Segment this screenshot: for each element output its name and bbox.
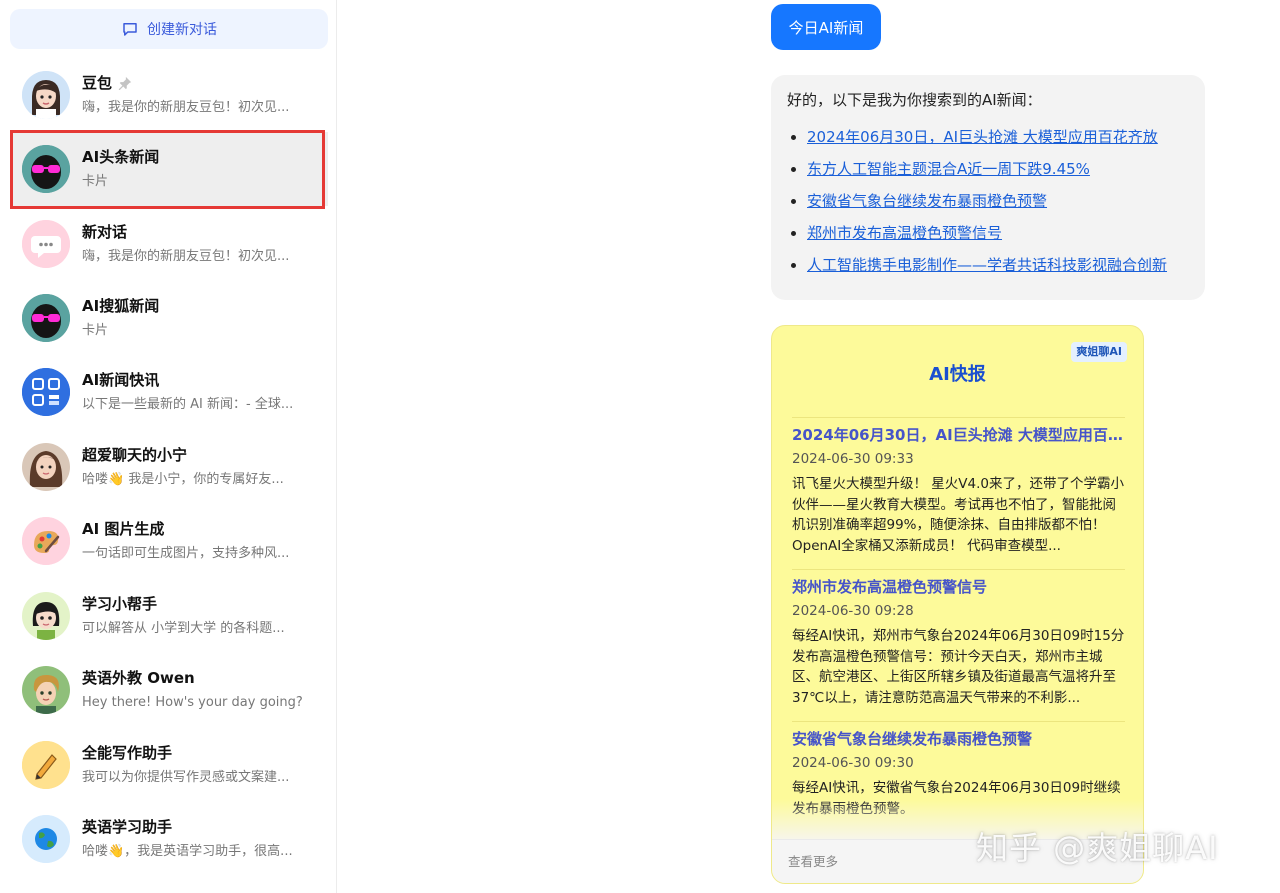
conversation-snippet: 可以解答从 小学到大学 的各科题... <box>82 620 285 636</box>
news-entry[interactable]: 郑州市发布高温橙色预警信号 2024-06-30 09:28 每经AI快讯，郑州… <box>792 569 1125 708</box>
conversation-snippet: 卡片 <box>82 173 109 189</box>
card-title: AI快报 <box>929 364 986 385</box>
card-badge: 爽姐聊AI <box>1071 342 1127 362</box>
news-body: 每经AI快讯，郑州市气象台2024年06月30日09时15分发布高温橙色预警信号… <box>792 628 1125 706</box>
conversation-name: 新对话 <box>82 222 128 241</box>
conversation-snippet: Hey there! How's your day going? <box>82 694 303 710</box>
news-link[interactable]: 郑州市发布高温橙色预警信号 <box>807 224 1002 242</box>
news-link-list: 2024年06月30日，AI巨头抢滩 大模型应用百花齐放 东方人工智能主题混合A… <box>787 121 1189 281</box>
news-link[interactable]: 2024年06月30日，AI巨头抢滩 大模型应用百花齐放 <box>807 128 1158 146</box>
globe-avatar-icon <box>22 815 70 863</box>
conversation-name: 英语学习助手 <box>82 817 173 836</box>
conversation-item-english-tutor-owen[interactable]: 英语外教 Owen Hey there! How's your day goin… <box>10 653 328 727</box>
conversation-item-ai-headlines[interactable]: AI头条新闻 卡片 <box>10 132 328 206</box>
watermark: 知乎 @爽姐聊AI <box>976 829 1219 867</box>
pin-icon <box>118 76 132 90</box>
news-body: 讯飞星火大模型升级！ 星火V4.0来了，还带了个学霸小伙伴——星火教育大模型。考… <box>792 476 1124 554</box>
conversation-item-ai-news-flash[interactable]: AI新闻快讯 以下是一些最新的 AI 新闻：- 全球... <box>10 355 328 429</box>
list-item: 人工智能携手电影制作——学者共话科技影视融合创新 <box>807 249 1189 281</box>
conversation-item-english-study-assistant[interactable]: 英语学习助手 哈喽👋，我是英语学习助手，很高... <box>10 802 328 876</box>
chat-bubble-icon <box>123 23 137 36</box>
list-item: 2024年06月30日，AI巨头抢滩 大模型应用百花齐放 <box>807 121 1189 153</box>
sunglasses-avatar-icon <box>22 145 70 193</box>
conversation-snippet: 哈喽👋，我是英语学习助手，很高... <box>82 843 293 859</box>
conversation-name: AI头条新闻 <box>82 147 160 166</box>
conversation-name: AI搜狐新闻 <box>82 296 160 315</box>
news-link[interactable]: 东方人工智能主题混合A近一周下跌9.45% <box>807 160 1090 178</box>
woman-avatar-icon <box>22 443 70 491</box>
app-grid-avatar-icon <box>22 368 70 416</box>
new-chat-button[interactable]: 创建新对话 <box>10 9 328 49</box>
conversation-snippet: 卡片 <box>82 322 109 338</box>
list-item: 东方人工智能主题混合A近一周下跌9.45% <box>807 153 1189 185</box>
conversation-snippet: 我可以为你提供写作灵感或文案建... <box>82 769 290 785</box>
conversation-item-new-chat[interactable]: 新对话 嗨，我是你的新朋友豆包！初次见... <box>10 207 328 281</box>
conversation-name: AI 图片生成 <box>82 519 165 538</box>
conversation-item-doubao[interactable]: 豆包 嗨，我是你的新朋友豆包！初次见... <box>10 58 328 132</box>
conversation-item-ai-sohu-news[interactable]: AI搜狐新闻 卡片 <box>10 281 328 355</box>
conversation-item-ai-image-gen[interactable]: AI 图片生成 一句话即可生成图片，支持多种风... <box>10 504 328 578</box>
conversation-snippet: 一句话即可生成图片，支持多种风... <box>82 545 290 561</box>
conversation-name: 学习小帮手 <box>82 594 158 613</box>
list-item: 安徽省气象台继续发布暴雨橙色预警 <box>807 185 1189 217</box>
conversation-name: 豆包 <box>82 73 113 92</box>
conversation-snippet: 嗨，我是你的新朋友豆包！初次见... <box>82 99 290 115</box>
new-chat-label: 创建新对话 <box>147 22 217 38</box>
news-date: 2024-06-30 09:33 <box>792 451 914 467</box>
news-title[interactable]: 安徽省气象台继续发布暴雨橙色预警 <box>792 728 1125 750</box>
conversation-item-study-helper[interactable]: 学习小帮手 可以解答从 小学到大学 的各科题... <box>10 579 328 653</box>
news-card: 爽姐聊AI AI快报 2024年06月30日，AI巨头抢滩 大模型应用百花齐放 … <box>771 325 1144 884</box>
pencil-avatar-icon <box>22 741 70 789</box>
conversation-snippet: 嗨，我是你的新朋友豆包！初次见... <box>82 248 290 264</box>
news-entry[interactable]: 2024年06月30日，AI巨头抢滩 大模型应用百花齐放 2024-06-30 … <box>792 417 1125 556</box>
sunglasses-avatar-icon <box>22 294 70 342</box>
user-message-bubble: 今日AI新闻 <box>771 4 881 50</box>
news-date: 2024-06-30 09:28 <box>792 603 914 619</box>
reply-intro: 好的，以下是我为你搜索到的AI新闻： <box>787 91 1042 109</box>
conversation-snippet: 以下是一些最新的 AI 新闻：- 全球... <box>82 396 294 412</box>
news-date: 2024-06-30 09:30 <box>792 755 914 771</box>
list-item: 郑州市发布高温橙色预警信号 <box>807 217 1189 249</box>
student-avatar-icon <box>22 592 70 640</box>
conversation-item-xiaoning[interactable]: 超爱聊天的小宁 哈喽👋 我是小宁，你的专属好友... <box>10 430 328 504</box>
news-link[interactable]: 人工智能携手电影制作——学者共话科技影视融合创新 <box>807 256 1167 274</box>
girl-avatar-icon <box>22 71 70 119</box>
conversation-snippet: 哈喽👋 我是小宁，你的专属好友... <box>82 471 284 487</box>
news-title[interactable]: 2024年06月30日，AI巨头抢滩 大模型应用百花齐放 <box>792 424 1125 446</box>
assistant-reply-bubble: 好的，以下是我为你搜索到的AI新闻： 2024年06月30日，AI巨头抢滩 大模… <box>771 75 1205 300</box>
sidebar: 创建新对话 豆包 嗨，我是你的新朋友豆包！初次见... AI头条新闻 卡片 新对… <box>0 0 337 893</box>
conversation-name: 超爱聊天的小宁 <box>82 445 188 464</box>
conversation-item-writing-assistant[interactable]: 全能写作助手 我可以为你提供写作灵感或文案建... <box>10 728 328 802</box>
palette-avatar-icon <box>22 517 70 565</box>
conversation-name: AI新闻快讯 <box>82 370 160 389</box>
chat-bubble-avatar-icon <box>22 220 70 268</box>
news-title[interactable]: 郑州市发布高温橙色预警信号 <box>792 576 1125 598</box>
conversation-name: 全能写作助手 <box>82 743 173 762</box>
boy-avatar-icon <box>22 666 70 714</box>
conversation-name: 英语外教 Owen <box>82 668 195 687</box>
news-link[interactable]: 安徽省气象台继续发布暴雨橙色预警 <box>807 192 1047 210</box>
